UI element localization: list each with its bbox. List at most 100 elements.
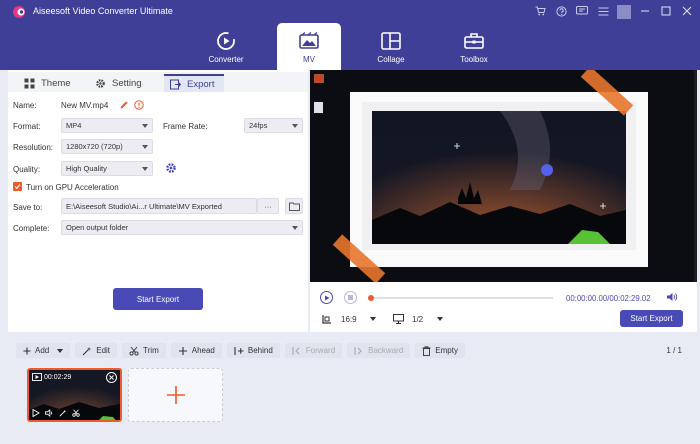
tab-theme[interactable]: Theme — [24, 74, 71, 92]
chevron-down-icon — [57, 348, 64, 353]
converter-icon — [217, 32, 235, 50]
browse-button-label: ··· — [264, 201, 272, 211]
mv-preview-image — [310, 70, 697, 282]
backward-arrow-icon — [354, 346, 362, 355]
chevron-down-icon — [292, 226, 298, 230]
close-icon[interactable] — [680, 4, 694, 18]
add-button-label: Add — [35, 346, 50, 355]
tab-mv-label: MV — [303, 55, 315, 64]
collage-icon — [381, 32, 401, 50]
empty-button-label: Empty — [435, 346, 458, 355]
remove-clip-button[interactable] — [106, 372, 117, 383]
monitor-icon — [393, 314, 404, 324]
start-export-button-secondary[interactable]: Start Export — [620, 310, 683, 327]
theme-icon — [24, 78, 35, 88]
trim-button[interactable]: Trim — [122, 343, 166, 358]
open-folder-button[interactable] — [285, 198, 303, 214]
clip-toolbar: Add Edit Trim Ahead Behind Forward Backw… — [16, 343, 465, 358]
cart-icon[interactable] — [533, 4, 547, 18]
tab-setting[interactable]: Setting — [95, 74, 142, 92]
tab-converter[interactable]: Converter — [194, 23, 258, 70]
window-controls — [533, 4, 694, 19]
edit-button[interactable]: Edit — [75, 343, 118, 358]
clip-thumbnail[interactable]: 00:02:29 — [27, 368, 122, 422]
folder-icon — [288, 202, 300, 211]
gpu-checkbox[interactable] — [13, 182, 22, 191]
player-controls: 00:00:00.00/00:02:29.02 16:9 1/2 Start E… — [310, 282, 697, 332]
tab-theme-label: Theme — [41, 77, 71, 89]
frame-rate-label: Frame Rate: — [163, 122, 208, 131]
backward-button[interactable]: Backward — [347, 343, 411, 358]
menu-icon[interactable] — [596, 4, 610, 18]
plus-icon — [23, 347, 31, 354]
forward-arrow-icon — [292, 346, 300, 355]
tab-export-label: Export — [187, 78, 215, 90]
forward-button[interactable]: Forward — [284, 343, 343, 358]
plus-icon — [166, 386, 185, 404]
insert-ahead-icon — [178, 346, 187, 355]
browse-button[interactable]: ··· — [257, 198, 279, 214]
title-bar: Aiseesoft Video Converter Ultimate Conve… — [0, 0, 700, 70]
aspect-ratio-value[interactable]: 16:9 — [341, 315, 357, 324]
format-label: Format: — [13, 122, 41, 131]
feedback-icon[interactable] — [575, 4, 589, 18]
format-select[interactable]: MP4 — [61, 118, 153, 133]
frame-rate-select-value: 24fps — [249, 121, 268, 130]
tab-converter-label: Converter — [208, 55, 244, 64]
chevron-down-icon[interactable] — [370, 317, 376, 321]
quality-select[interactable]: High Quality — [61, 161, 153, 176]
tab-toolbox-label: Toolbox — [460, 55, 488, 64]
trim-button-label: Trim — [143, 346, 159, 355]
help-icon[interactable] — [554, 4, 568, 18]
resolution-select-value: 1280x720 (720p) — [66, 142, 123, 151]
add-clip-placeholder[interactable] — [128, 368, 223, 422]
minimize-icon[interactable] — [638, 4, 652, 18]
backward-button-label: Backward — [368, 346, 404, 355]
empty-button[interactable]: Empty — [415, 343, 465, 358]
scissors-icon — [129, 346, 139, 356]
insert-behind-icon — [234, 346, 244, 355]
complete-action-select[interactable]: Open output folder — [61, 220, 303, 235]
progress-track[interactable] — [368, 295, 553, 301]
quality-select-value: High Quality — [66, 164, 107, 173]
format-select-value: MP4 — [66, 121, 82, 130]
quality-settings-gear-icon[interactable] — [165, 162, 177, 174]
resolution-select[interactable]: 1280x720 (720p) — [61, 139, 153, 154]
complete-action-value: Open output folder — [66, 223, 129, 232]
tab-export[interactable]: Export — [164, 74, 224, 92]
app-logo-icon — [13, 6, 25, 18]
volume-icon[interactable] — [45, 409, 54, 417]
behind-button[interactable]: Behind — [226, 343, 280, 358]
ahead-button[interactable]: Ahead — [170, 343, 222, 358]
clip-video-icon — [32, 373, 42, 381]
tab-toolbox[interactable]: Toolbox — [442, 23, 506, 70]
name-label: Name: — [13, 101, 37, 110]
complete-label: Complete: — [13, 224, 50, 233]
tab-collage[interactable]: Collage — [359, 23, 423, 70]
aspect-ratio-icon — [322, 315, 331, 324]
play-icon[interactable] — [32, 409, 40, 417]
play-button[interactable] — [320, 291, 333, 304]
frame-rate-select[interactable]: 24fps — [244, 118, 303, 133]
add-button[interactable]: Add — [16, 343, 71, 358]
scissors-icon[interactable] — [72, 409, 80, 417]
save-path-field[interactable]: E:\Aiseesoft Studio\Ai...r Ultimate\MV E… — [61, 198, 257, 214]
progress-thumb[interactable] — [368, 295, 374, 301]
info-icon[interactable] — [134, 100, 144, 110]
edit-pencil-icon[interactable] — [119, 100, 129, 110]
app-title: Aiseesoft Video Converter Ultimate — [33, 6, 173, 16]
tab-mv[interactable]: MV — [277, 23, 341, 70]
chevron-down-icon[interactable] — [437, 317, 443, 321]
volume-icon[interactable] — [666, 291, 678, 303]
resolution-label: Resolution: — [13, 143, 54, 152]
preview-canvas — [310, 70, 697, 282]
display-page-value[interactable]: 1/2 — [412, 315, 423, 324]
maximize-icon[interactable] — [659, 4, 673, 18]
behind-button-label: Behind — [247, 346, 273, 355]
edit-button-label: Edit — [96, 346, 111, 355]
start-export-button[interactable]: Start Export — [113, 288, 203, 310]
stop-button[interactable] — [344, 291, 357, 304]
export-settings-panel: Theme Setting Export Name: New MV.mp4 Fo… — [8, 70, 308, 332]
time-readout: 00:00:00.00/00:02:29.02 — [566, 294, 651, 303]
magic-wand-icon[interactable] — [59, 409, 67, 417]
